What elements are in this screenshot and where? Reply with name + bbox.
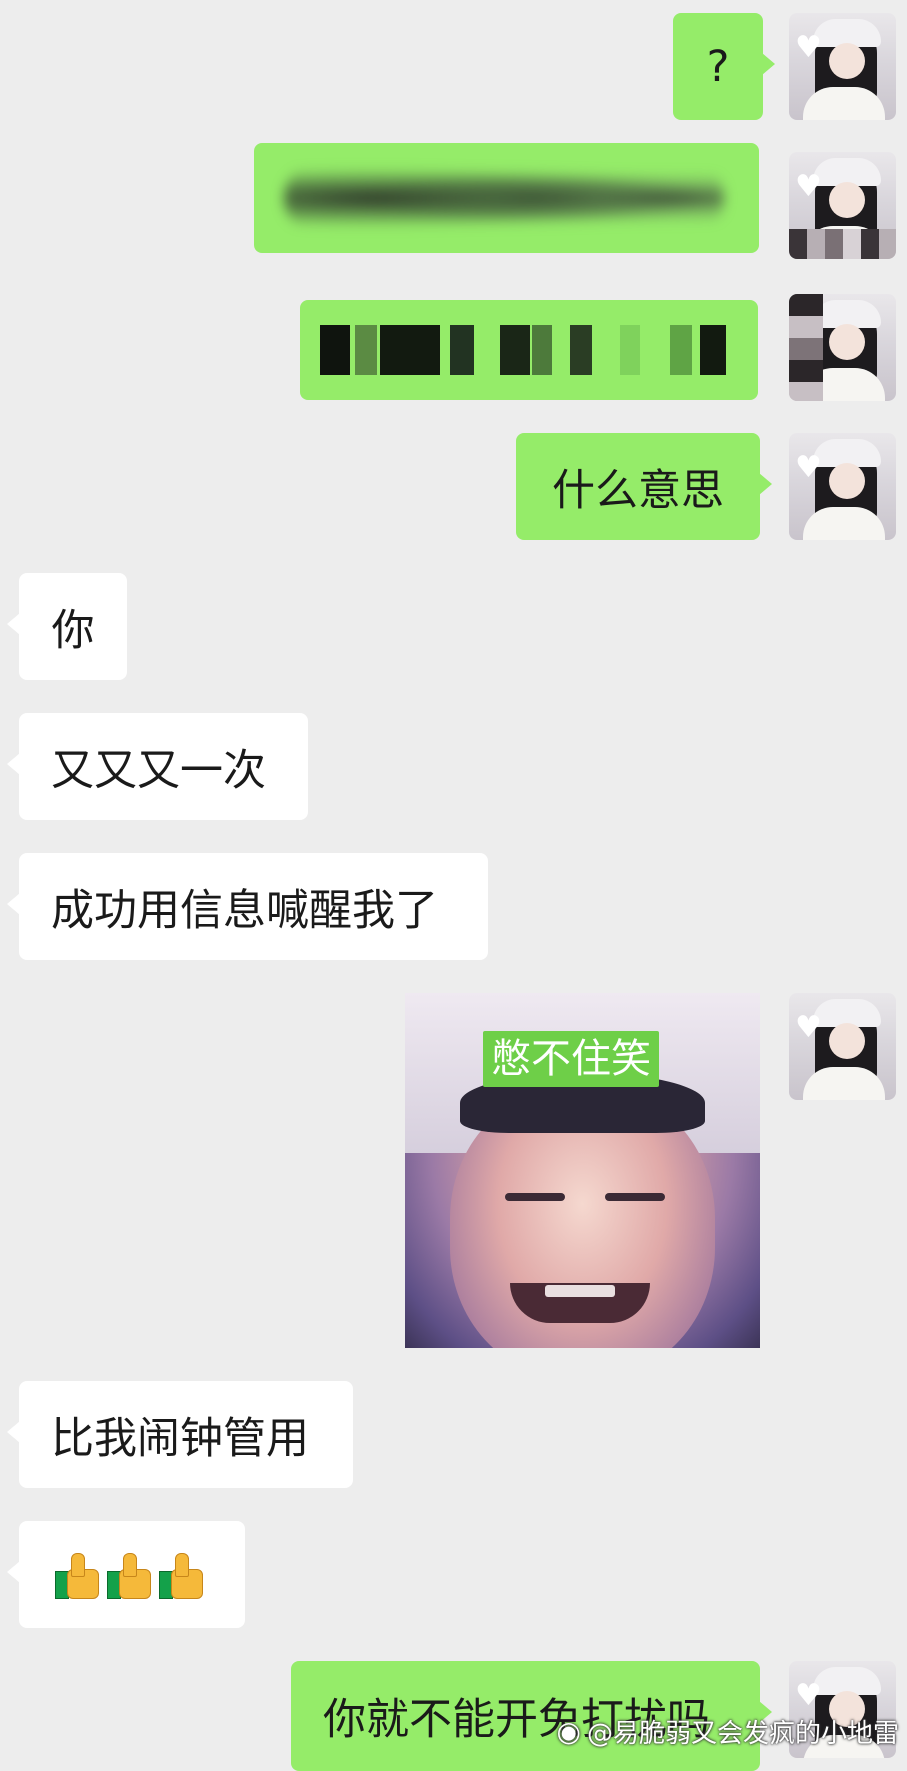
avatar-self[interactable]: ♥ — [789, 433, 896, 540]
heart-icon: ♥ — [795, 1678, 822, 1713]
message-text: ? — [706, 41, 730, 92]
mosaic-censor — [789, 229, 896, 259]
mosaic-censor — [789, 294, 823, 401]
message-text: 什么意思 — [552, 465, 724, 516]
message-text: 比我闹钟管用 — [51, 1413, 309, 1464]
incoming-message[interactable]: 成功用信息喊醒我了 — [7, 853, 488, 960]
incoming-message[interactable]: 你 — [7, 573, 127, 680]
thumbs-up-emoji-group — [53, 1551, 205, 1599]
outgoing-message-pixelated[interactable] — [300, 300, 758, 400]
heart-icon: ♥ — [795, 30, 822, 65]
weibo-icon: ◉ — [556, 1715, 581, 1748]
message-text: 你 — [51, 605, 95, 656]
message-text: 成功用信息喊醒我了 — [51, 885, 438, 936]
sticker-image[interactable]: 憋不住笑 — [405, 993, 760, 1348]
watermark-text: @易脆弱又会发疯的小地雷 — [586, 1719, 899, 1749]
avatar-self[interactable] — [789, 294, 896, 401]
sticker-caption: 憋不住笑 — [483, 1031, 659, 1087]
heart-icon: ♥ — [795, 169, 822, 204]
thumbs-up-icon — [53, 1551, 101, 1599]
outgoing-message-question[interactable]: ? — [673, 13, 775, 120]
incoming-message[interactable]: 比我闹钟管用 — [7, 1381, 353, 1488]
avatar-self[interactable]: ♥ — [789, 993, 896, 1100]
thumbs-up-icon — [105, 1551, 153, 1599]
avatar-self[interactable]: ♥ — [789, 152, 896, 259]
heart-icon: ♥ — [795, 450, 822, 485]
outgoing-message-blurred[interactable] — [254, 143, 759, 253]
thumbs-up-icon — [157, 1551, 205, 1599]
heart-icon: ♥ — [795, 1010, 822, 1045]
weibo-watermark: ◉ @易脆弱又会发疯的小地雷 — [557, 1713, 899, 1750]
outgoing-message[interactable]: 什么意思 — [516, 433, 772, 540]
incoming-message-emoji[interactable] — [7, 1521, 245, 1628]
avatar-self[interactable]: ♥ — [789, 13, 896, 120]
incoming-message[interactable]: 又又又一次 — [7, 713, 308, 820]
message-text: 又又又一次 — [51, 745, 266, 796]
